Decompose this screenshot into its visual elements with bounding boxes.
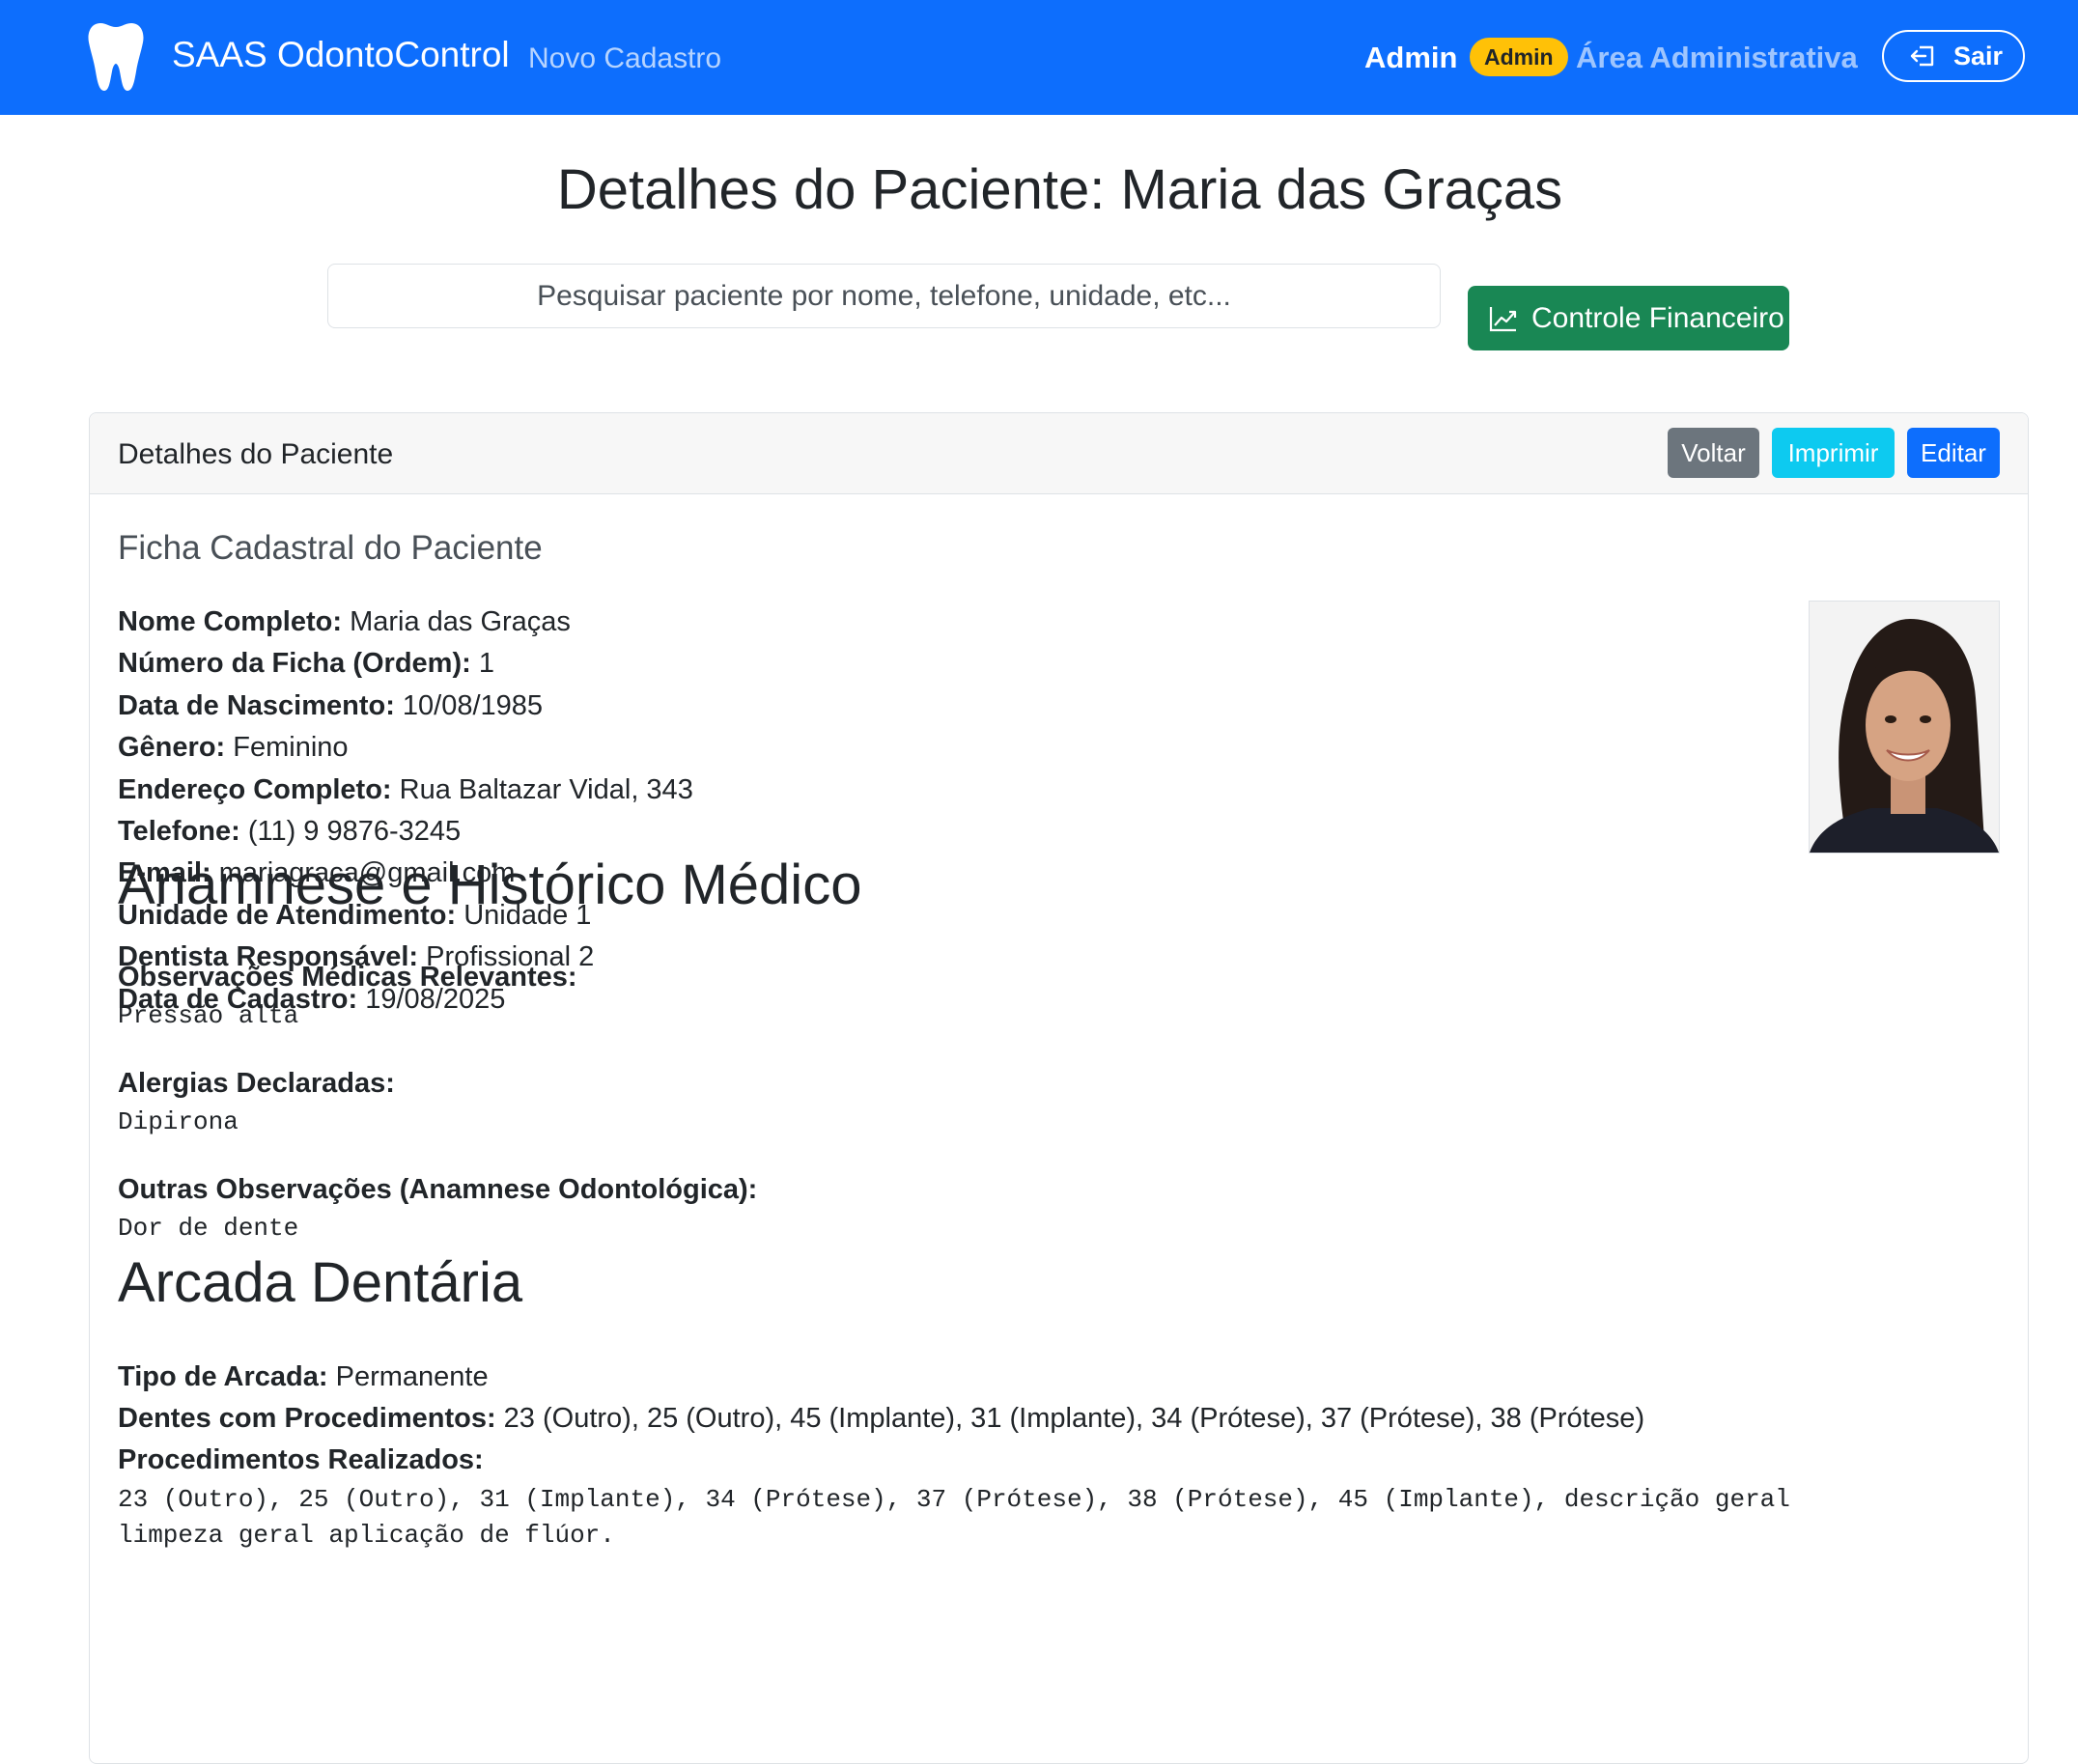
field-label: Endereço Completo: — [118, 773, 392, 805]
logout-button[interactable]: Sair — [1882, 30, 2025, 82]
patient-search-input[interactable] — [327, 264, 1441, 328]
financial-control-label: Controle Financeiro — [1531, 302, 1784, 334]
edit-button[interactable]: Editar — [1907, 428, 2000, 478]
card-header: Detalhes do Paciente Voltar Imprimir Edi… — [90, 413, 2028, 494]
allergies-label: Alergias Declaradas: — [118, 1068, 395, 1099]
field-birth-date: Data de Nascimento: 10/08/1985 — [118, 686, 693, 727]
field-value: (11) 9 9876-3245 — [247, 816, 462, 848]
field-value: 10/08/1985 — [402, 689, 544, 721]
field-value: 1 — [478, 648, 494, 680]
logout-icon — [1910, 45, 1934, 67]
nav-link-admin-area[interactable]: Área Administrativa — [1576, 41, 1858, 75]
teeth-with-procedures: Dentes com Procedimentos: 23 (Outro), 25… — [118, 1403, 1644, 1435]
top-navbar: SAAS OdontoControl Novo Cadastro Admin A… — [0, 0, 2078, 115]
back-button[interactable]: Voltar — [1668, 428, 1759, 478]
other-notes-value: Dor de dente — [118, 1214, 299, 1243]
field-full-name: Nome Completo: Maria das Graças — [118, 602, 693, 643]
teeth-with-procedures-value: 23 (Outro), 25 (Outro), 45 (Implante), 3… — [503, 1403, 1645, 1434]
tooth-icon[interactable] — [87, 21, 145, 93]
financial-control-button[interactable]: Controle Financeiro — [1468, 286, 1789, 350]
field-phone: Telefone: (11) 9 9876-3245 — [118, 811, 693, 853]
other-notes-label: Outras Observações (Anamnese Odontológic… — [118, 1174, 758, 1205]
field-address: Endereço Completo: Rua Baltazar Vidal, 3… — [118, 770, 693, 811]
chart-line-icon — [1489, 307, 1517, 332]
field-label: Data de Nascimento: — [118, 689, 395, 721]
patient-details-card: Detalhes do Paciente Voltar Imprimir Edi… — [89, 412, 2029, 1764]
field-value: Maria das Graças — [350, 606, 571, 637]
print-button[interactable]: Imprimir — [1772, 428, 1895, 478]
procedures-value-line-1: 23 (Outro), 25 (Outro), 31 (Implante), 3… — [118, 1485, 1790, 1514]
registration-form-subtitle: Ficha Cadastral do Paciente — [118, 529, 543, 567]
field-record-number: Número da Ficha (Ordem): 1 — [118, 643, 693, 685]
logout-label: Sair — [1953, 42, 2004, 70]
medical-notes-label: Observações Médicas Relevantes: — [118, 962, 577, 993]
field-label: Nome Completo: — [118, 606, 342, 637]
patient-fields: Nome Completo: Maria das Graças Número d… — [118, 602, 693, 1021]
procedures-label: Procedimentos Realizados: — [118, 1444, 484, 1475]
arch-type: Tipo de Arcada: Permanente — [118, 1361, 489, 1393]
field-value: Rua Baltazar Vidal, 343 — [399, 773, 693, 805]
page-title: Detalhes do Paciente: Maria das Graças — [556, 158, 1563, 221]
procedures-value-line-2: limpeza geral aplicação de flúor. — [118, 1521, 615, 1550]
allergies-value: Dipirona — [118, 1107, 239, 1136]
logged-user-name: Admin — [1364, 41, 1458, 74]
field-gender: Gênero: Feminino — [118, 727, 693, 769]
medical-notes-value: Pressão alta — [118, 1001, 299, 1030]
dental-arch-section-title: Arcada Dentária — [118, 1251, 523, 1314]
card-header-title: Detalhes do Paciente — [118, 438, 394, 470]
field-label: Telefone: — [118, 816, 240, 848]
field-label: Gênero: — [118, 732, 226, 764]
patient-photo — [1809, 601, 2000, 854]
role-badge: Admin — [1470, 38, 1568, 76]
arch-type-value: Permanente — [335, 1361, 489, 1392]
anamnesis-section-title: Anamnese e Histórico Médico — [118, 854, 862, 916]
patient-portrait-image — [1810, 602, 1999, 853]
field-label: Número da Ficha (Ordem): — [118, 648, 471, 680]
field-value: Feminino — [233, 732, 349, 764]
nav-link-new-registration[interactable]: Novo Cadastro — [528, 42, 721, 75]
brand-name[interactable]: SAAS OdontoControl — [172, 35, 510, 75]
arch-type-label: Tipo de Arcada: — [118, 1361, 328, 1392]
teeth-with-procedures-label: Dentes com Procedimentos: — [118, 1403, 496, 1434]
